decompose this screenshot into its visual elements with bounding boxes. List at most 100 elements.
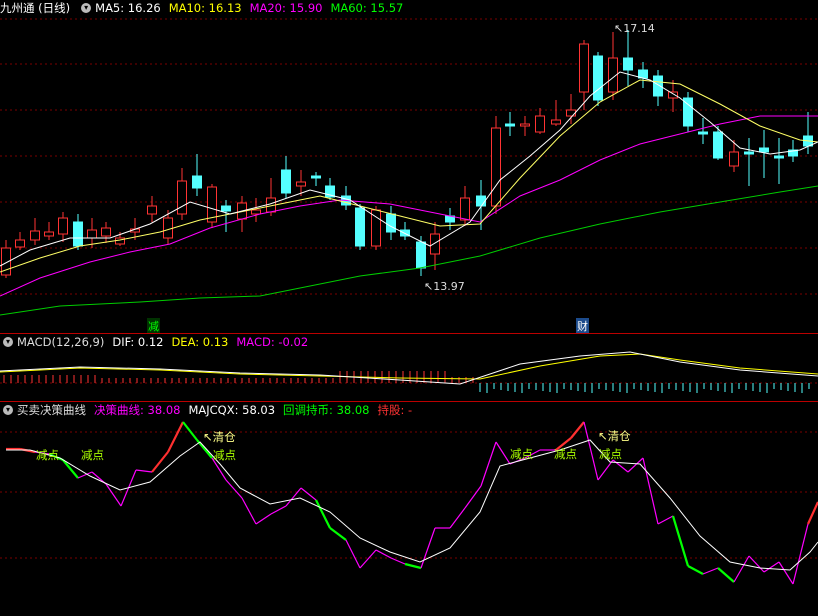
candle-body bbox=[311, 175, 321, 179]
candle-body bbox=[759, 147, 769, 153]
price-chart[interactable] bbox=[0, 0, 818, 334]
strategy-title: 买卖决策曲线 bbox=[17, 403, 86, 417]
candle-body bbox=[30, 230, 40, 241]
candle-body bbox=[147, 205, 157, 215]
annotation-clear: ↖清仓 bbox=[203, 430, 236, 444]
majcqx-label: MAJCQX: 58.03 bbox=[188, 403, 276, 417]
annotation-reduce: 减点 bbox=[599, 447, 622, 461]
decision-curve-segment bbox=[225, 479, 243, 499]
decision-curve-segment bbox=[62, 459, 79, 479]
decision-curve-segment bbox=[404, 562, 422, 570]
decision-curve-segment bbox=[255, 513, 272, 525]
decision-curve-segment bbox=[806, 501, 818, 525]
dea-line bbox=[0, 353, 818, 380]
macd-value-label: MACD: -0.02 bbox=[236, 335, 309, 349]
hold-label: 持股: - bbox=[377, 403, 413, 417]
ma60-line bbox=[0, 185, 818, 316]
dea-label: DEA: 0.13 bbox=[171, 335, 229, 349]
candle-body bbox=[44, 231, 54, 237]
decision-curve-segment bbox=[241, 497, 257, 525]
annotation-reduce: 减点 bbox=[213, 448, 236, 462]
ma60-label: MA60: 15.57 bbox=[330, 1, 404, 15]
candle-body bbox=[593, 55, 603, 101]
decision-curve-segment bbox=[583, 421, 599, 481]
decision-curve-segment bbox=[345, 539, 361, 569]
decision-curve-segment bbox=[300, 487, 317, 501]
decision-curve-segment bbox=[763, 561, 780, 573]
high-price-label: ↖17.14 bbox=[614, 22, 655, 35]
candle-body bbox=[355, 207, 365, 247]
candle-body bbox=[416, 241, 426, 269]
candle-body bbox=[551, 119, 561, 125]
decision-curve-segment bbox=[270, 505, 287, 515]
annotation-reduce: 减点 bbox=[36, 448, 59, 462]
event-marker-finance[interactable]: 财 bbox=[576, 318, 589, 334]
candle-body bbox=[251, 209, 261, 215]
decision-curve-segment bbox=[329, 527, 347, 541]
candle-body bbox=[281, 169, 291, 194]
macd-panel[interactable]: ▾ MACD(12,26,9) DIF: 0.12 DEA: 0.13 MACD… bbox=[0, 334, 818, 402]
candle-body bbox=[535, 115, 545, 133]
ma5-line bbox=[0, 71, 818, 267]
event-marker-reduce[interactable]: 减 bbox=[147, 318, 160, 334]
strategy-panel[interactable]: ▾ 买卖决策曲线 决策曲线: 38.08 MAJCQX: 58.03 回调持币:… bbox=[0, 402, 818, 616]
candle-body bbox=[520, 123, 530, 127]
candle-body bbox=[386, 213, 396, 233]
annotation-reduce: 减点 bbox=[554, 447, 577, 461]
decision-curve-segment bbox=[135, 469, 153, 473]
candle-body bbox=[491, 127, 501, 207]
decision-curve-segment bbox=[733, 555, 750, 583]
dif-label: DIF: 0.12 bbox=[112, 335, 164, 349]
candle-body bbox=[15, 239, 25, 248]
pullback-label: 回调持币: 38.08 bbox=[283, 403, 370, 417]
ma20-label: MA20: 15.90 bbox=[249, 1, 323, 15]
macd-header: ▾ MACD(12,26,9) DIF: 0.12 DEA: 0.13 MACD… bbox=[0, 334, 316, 350]
decision-curve-segment bbox=[285, 487, 302, 507]
decision-curve-segment bbox=[717, 567, 735, 583]
candle-body bbox=[101, 227, 111, 237]
decision-curve-segment bbox=[778, 561, 794, 585]
candle-body bbox=[476, 195, 486, 207]
price-panel[interactable]: 九州通 (日线) ▾ MA5: 16.26 MA10: 16.13 MA20: … bbox=[0, 0, 818, 334]
decision-curve-segment bbox=[449, 507, 466, 529]
decision-curve-segment bbox=[464, 485, 482, 509]
price-title: 九州通 (日线) bbox=[0, 1, 71, 15]
decision-curve-segment bbox=[420, 527, 436, 569]
annotation-reduce: 减点 bbox=[81, 448, 104, 462]
decision-curve-segment bbox=[642, 457, 659, 525]
candle-body bbox=[177, 180, 187, 215]
chevron-down-icon[interactable]: ▾ bbox=[3, 337, 13, 347]
candle-body bbox=[296, 181, 306, 187]
chevron-down-icon[interactable]: ▾ bbox=[3, 405, 13, 415]
strategy-header: ▾ 买卖决策曲线 决策曲线: 38.08 MAJCQX: 58.03 回调持币:… bbox=[0, 402, 420, 418]
ma10-label: MA10: 16.13 bbox=[168, 1, 242, 15]
decision-curve-segment bbox=[570, 421, 585, 439]
majcqx-line bbox=[6, 439, 818, 571]
decision-curve-segment bbox=[702, 567, 719, 575]
candle-body bbox=[58, 217, 68, 235]
decision-curve-segment bbox=[359, 549, 377, 569]
candle-body bbox=[163, 217, 173, 239]
candle-body bbox=[430, 233, 440, 255]
macd-title: MACD(12,26,9) bbox=[17, 335, 105, 349]
decision-curve-segment bbox=[597, 459, 614, 481]
annotation-reduce: 减点 bbox=[510, 447, 533, 461]
decision-curve-segment bbox=[315, 499, 331, 529]
candle-body bbox=[566, 109, 576, 117]
candle-body bbox=[729, 151, 739, 167]
chevron-down-icon[interactable]: ▾ bbox=[81, 3, 92, 13]
candle-body bbox=[505, 123, 515, 127]
candle-body bbox=[668, 91, 678, 99]
price-header: 九州通 (日线) ▾ MA5: 16.26 MA10: 16.13 MA20: … bbox=[0, 0, 411, 16]
candle-body bbox=[774, 155, 784, 159]
decision-curve-segment bbox=[792, 523, 809, 585]
candle-body bbox=[221, 205, 231, 212]
candle-body bbox=[713, 131, 723, 159]
decision-curve-segment bbox=[182, 421, 198, 441]
strategy-chart[interactable] bbox=[0, 402, 818, 616]
decision-curve-segment bbox=[495, 441, 511, 465]
decision-curve-segment bbox=[687, 565, 704, 575]
candle-body bbox=[744, 151, 754, 155]
ma5-label: MA5: 16.26 bbox=[95, 1, 161, 15]
decision-curve-label: 决策曲线: 38.08 bbox=[94, 403, 181, 417]
